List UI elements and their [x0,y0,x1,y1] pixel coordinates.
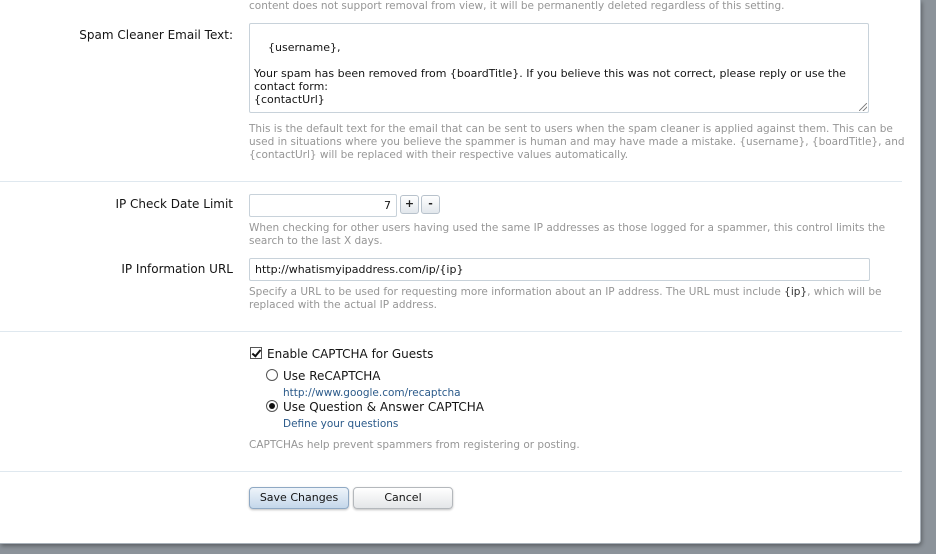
ip-token: {ip} [784,286,808,298]
ip-url-hint-line: replaced with the actual IP address. [249,299,438,311]
captcha-hint: CAPTCHAs help prevent spammers from regi… [249,439,580,451]
recaptcha-radio[interactable] [266,369,278,381]
section-divider [0,181,902,182]
options-panel: content does not support removal from vi… [0,0,921,544]
define-questions-link[interactable]: Define your questions [283,418,398,430]
qa-captcha-radio[interactable] [266,400,278,412]
removal-hint-tail: content does not support removal from vi… [249,0,785,12]
resize-grip-icon[interactable] [859,103,867,111]
ip-url-label: IP Information URL [121,262,233,276]
spam-email-label: Spam Cleaner Email Text: [79,28,233,42]
recaptcha-label[interactable]: Use ReCAPTCHA [283,369,380,383]
section-divider [0,471,902,472]
spam-email-hint-line: This is the default text for the email t… [249,123,893,135]
spam-email-hint: This is the default text for the email t… [249,123,905,162]
recaptcha-link[interactable]: http://www.google.com/recaptcha [283,387,461,399]
ip-check-hint-line: When checking for other users having use… [249,222,886,234]
ip-check-label: IP Check Date Limit [115,197,233,211]
decrement-button[interactable]: - [421,195,440,214]
section-divider [0,331,902,332]
enable-captcha-label[interactable]: Enable CAPTCHA for Guests [267,347,433,361]
spam-email-textarea[interactable]: {username}, Your spam has been removed f… [249,23,869,113]
spam-email-hint-line: {contactUrl} will be replaced with their… [249,149,629,161]
ip-check-input[interactable]: 7 [249,194,397,217]
ip-check-hint-line: search to the last X days. [249,235,383,247]
save-changes-button[interactable]: Save Changes [249,487,349,509]
spam-email-text: {username}, Your spam has been removed f… [254,41,846,106]
cancel-button[interactable]: Cancel [353,487,453,509]
spam-email-hint-line: used in situations where you believe the… [249,136,905,148]
ip-url-hint-line: Specify a URL to be used for requesting … [249,286,882,298]
check-icon [251,347,262,358]
increment-button[interactable]: + [400,195,419,214]
radio-selected-icon [269,403,275,409]
ip-url-input[interactable]: http://whatismyipaddress.com/ip/{ip} [249,258,870,281]
ip-url-hint: Specify a URL to be used for requesting … [249,286,882,312]
enable-captcha-checkbox[interactable] [250,347,262,359]
qa-captcha-label[interactable]: Use Question & Answer CAPTCHA [283,400,484,414]
ip-check-hint: When checking for other users having use… [249,222,885,248]
